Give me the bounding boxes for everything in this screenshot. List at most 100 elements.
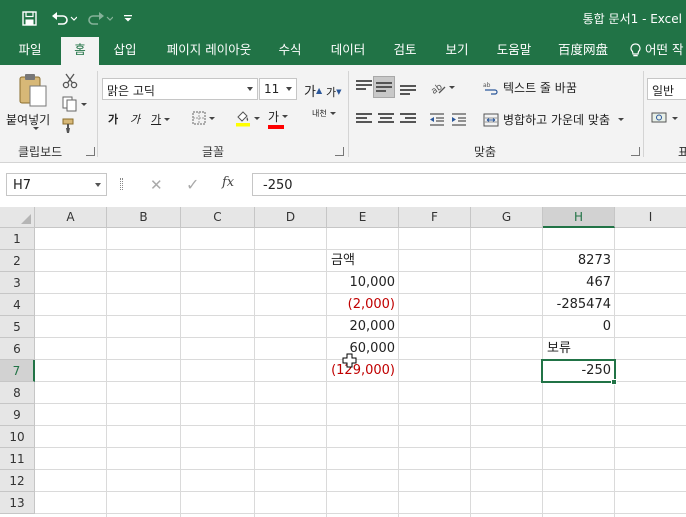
row-header-11[interactable]: 11: [0, 448, 35, 470]
tab-help[interactable]: 도움말: [488, 35, 540, 65]
row-header-7[interactable]: 7: [0, 360, 35, 382]
accounting-format-button[interactable]: [651, 110, 678, 126]
row-header-5[interactable]: 5: [0, 316, 35, 338]
tab-insert[interactable]: 삽입: [104, 35, 146, 65]
tab-home[interactable]: 홈: [61, 37, 99, 65]
tab-baidu-netdisk[interactable]: 百度网盘: [552, 35, 614, 65]
insert-function-icon[interactable]: fx: [222, 175, 234, 190]
tab-page-layout[interactable]: 페이지 레이아웃: [156, 35, 262, 65]
row-header-9[interactable]: 9: [0, 404, 35, 426]
align-bottom-icon[interactable]: [400, 85, 416, 99]
cell-e4[interactable]: (2,000): [327, 294, 399, 316]
cell-e7[interactable]: (129,000): [327, 360, 399, 382]
worksheet-grid[interactable]: A B C D E F G H I 1 2 3 4 5 6 7 8 9 10 1…: [0, 207, 686, 517]
row-header-8[interactable]: 8: [0, 382, 35, 404]
tab-data[interactable]: 데이터: [322, 35, 374, 65]
font-color-button[interactable]: 가: [268, 108, 289, 129]
column-header-d[interactable]: D: [255, 207, 327, 228]
border-button[interactable]: [192, 111, 215, 125]
svg-text:ab: ab: [483, 82, 491, 89]
column-header-e[interactable]: E: [327, 207, 399, 228]
select-all-button[interactable]: [0, 207, 35, 228]
tab-review[interactable]: 검토: [384, 35, 426, 65]
cell-e5[interactable]: 20,000: [327, 316, 399, 338]
font-dialog-launcher[interactable]: [335, 147, 344, 156]
decrease-indent-icon[interactable]: [429, 111, 445, 130]
align-left-icon[interactable]: [356, 113, 372, 127]
cell-h6[interactable]: 보류: [543, 338, 615, 360]
column-header-i[interactable]: I: [615, 207, 686, 228]
tab-file[interactable]: 파일: [8, 35, 52, 65]
window-title: 통합 문서1 - Excel: [582, 12, 682, 26]
column-header-g[interactable]: G: [471, 207, 543, 228]
orientation-button[interactable]: ab: [430, 79, 455, 95]
merge-cells-icon: [483, 112, 499, 128]
align-top-icon[interactable]: [356, 80, 372, 94]
redo-icon[interactable]: [86, 8, 114, 28]
row-header-2[interactable]: 2: [0, 250, 35, 272]
row-header-6[interactable]: 6: [0, 338, 35, 360]
row-header-4[interactable]: 4: [0, 294, 35, 316]
wrap-text-button[interactable]: ab 텍스트 줄 바꿈: [483, 79, 577, 96]
cell-e3[interactable]: 10,000: [327, 272, 399, 294]
row-header-13[interactable]: 13: [0, 492, 35, 514]
save-icon[interactable]: [18, 8, 40, 28]
cell-e6[interactable]: 60,000: [327, 338, 399, 360]
tab-view[interactable]: 보기: [436, 35, 478, 65]
font-color-swatch: [268, 125, 284, 129]
cell-h5[interactable]: 0: [543, 316, 615, 338]
tab-tell-me[interactable]: 어떤 작: [630, 35, 686, 65]
customize-quick-access-icon[interactable]: [121, 8, 135, 28]
clipboard-dialog-launcher[interactable]: [86, 147, 95, 156]
cell-h4[interactable]: -285474: [543, 294, 615, 316]
cell-e2[interactable]: 금액: [327, 250, 399, 272]
decrease-font-size-button[interactable]: 가 ▼: [326, 84, 342, 100]
formula-bar-splitter[interactable]: [120, 178, 123, 190]
accounting-format-icon: [651, 110, 669, 126]
column-header-b[interactable]: B: [107, 207, 181, 228]
cell-h2[interactable]: 8273: [543, 250, 615, 272]
svg-text:ab: ab: [430, 82, 445, 95]
number-format-dropdown[interactable]: 일반: [647, 78, 686, 100]
fill-handle[interactable]: [611, 379, 617, 385]
align-center-icon[interactable]: [378, 113, 394, 127]
column-header-f[interactable]: F: [399, 207, 471, 228]
name-box-value: H7: [13, 178, 32, 193]
undo-icon[interactable]: [50, 8, 78, 28]
column-header-c[interactable]: C: [181, 207, 255, 228]
number-group-label: 표: [678, 145, 686, 159]
name-box[interactable]: H7: [6, 173, 107, 196]
format-painter-icon[interactable]: [62, 118, 78, 137]
align-right-icon[interactable]: [400, 113, 416, 127]
fill-color-button[interactable]: [235, 109, 260, 127]
formula-input[interactable]: -250: [252, 173, 686, 196]
copy-icon[interactable]: [62, 96, 87, 112]
row-header-10[interactable]: 10: [0, 426, 35, 448]
row-header-1[interactable]: 1: [0, 228, 35, 250]
clipboard-paste-icon: [18, 73, 48, 110]
lightbulb-icon: [630, 42, 641, 58]
column-header-h[interactable]: H: [543, 207, 615, 228]
row-header-12[interactable]: 12: [0, 470, 35, 492]
enter-icon[interactable]: ✓: [186, 175, 199, 194]
increase-font-size-button[interactable]: 가 ▲: [304, 81, 322, 100]
italic-button[interactable]: 가: [130, 111, 140, 127]
column-header-a[interactable]: A: [35, 207, 107, 228]
phonetic-guide-button[interactable]: 내천: [312, 109, 336, 118]
formula-value: -250: [263, 178, 293, 193]
font-size-dropdown[interactable]: 11: [259, 78, 297, 100]
increase-indent-icon[interactable]: [451, 111, 467, 130]
alignment-dialog-launcher[interactable]: [631, 147, 640, 156]
cut-icon[interactable]: [62, 73, 78, 92]
tab-formulas[interactable]: 수식: [270, 35, 310, 65]
active-cell-border: [541, 359, 616, 383]
font-name-dropdown[interactable]: 맑은 고딕: [102, 78, 258, 100]
cell-h3[interactable]: 467: [543, 272, 615, 294]
paste-button[interactable]: 붙여넣기: [6, 71, 58, 131]
underline-button[interactable]: 가: [151, 111, 171, 127]
merge-center-button[interactable]: 병합하고 가운데 맞춤: [483, 111, 624, 128]
row-header-3[interactable]: 3: [0, 272, 35, 294]
bold-button[interactable]: 가: [108, 111, 118, 127]
font-group-label: 글꼴: [202, 145, 225, 159]
cancel-icon[interactable]: ✕: [150, 176, 163, 194]
